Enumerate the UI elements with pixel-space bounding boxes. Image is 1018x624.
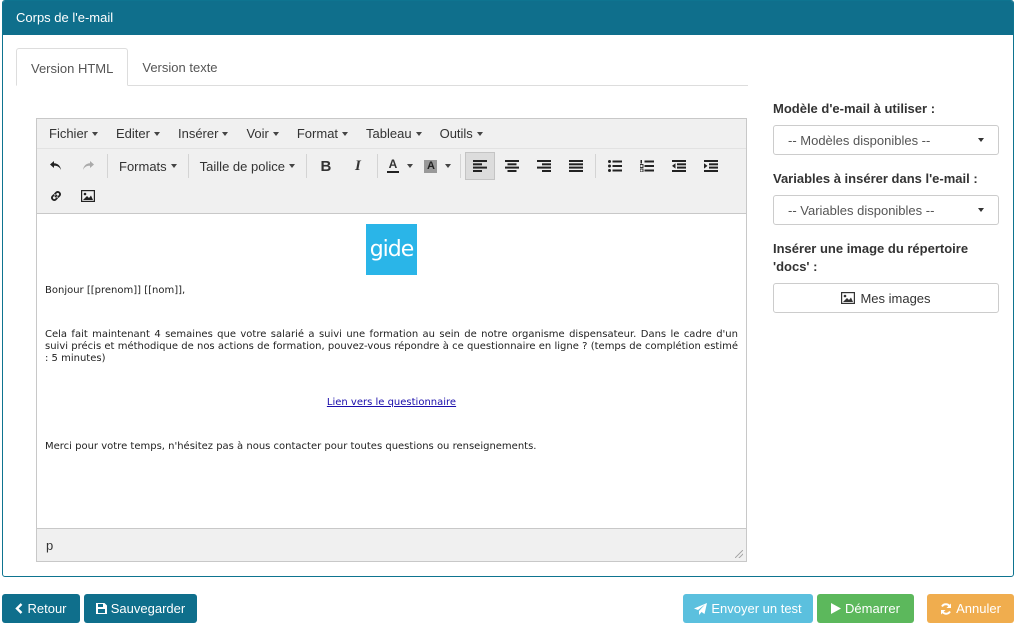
start-button[interactable]: Démarrer	[817, 594, 914, 623]
chevron-left-icon	[15, 603, 23, 614]
undo-icon	[50, 161, 61, 170]
my-images-button[interactable]: Mes images	[773, 283, 999, 313]
align-center-icon	[504, 160, 519, 172]
variables-select[interactable]: -- Variables disponibles --	[773, 195, 999, 225]
chevron-down-icon	[288, 164, 295, 168]
menu-insert[interactable]: Insérer	[169, 126, 237, 141]
refresh-icon	[940, 602, 952, 615]
menu-format[interactable]: Format	[288, 126, 357, 141]
bullet-list-icon	[607, 160, 622, 172]
outdent-icon	[671, 160, 686, 172]
bullet-list-button[interactable]	[600, 152, 630, 180]
bold-button[interactable]: B	[311, 152, 341, 180]
align-justify-button[interactable]	[561, 152, 591, 180]
chevron-down-icon	[222, 131, 229, 136]
italic-button[interactable]: I	[343, 152, 373, 180]
indent-button[interactable]	[696, 152, 726, 180]
insert-image-button[interactable]	[73, 182, 103, 210]
chevron-down-icon	[445, 164, 452, 168]
variables-label: Variables à insérer dans l'e-mail :	[773, 171, 978, 186]
toolbar-divider	[305, 154, 307, 178]
undo-button[interactable]	[41, 152, 71, 180]
play-icon	[831, 603, 842, 614]
menu-edit[interactable]: Editer	[107, 126, 169, 141]
chevron-down-icon	[92, 131, 99, 136]
outdent-button[interactable]	[664, 152, 694, 180]
image-icon	[81, 190, 95, 202]
chevron-down-icon	[978, 138, 984, 142]
editor-menubar: Fichier Editer Insérer Voir Format Table…	[37, 119, 746, 149]
align-left-icon	[472, 160, 487, 172]
chevron-down-icon	[476, 131, 483, 136]
gide-logo: gide	[366, 224, 417, 275]
template-select[interactable]: -- Modèles disponibles --	[773, 125, 999, 155]
chevron-down-icon	[978, 208, 984, 212]
email-body-text: Cela fait maintenant 4 semaines que votr…	[45, 329, 738, 364]
element-path[interactable]: p	[46, 538, 53, 553]
image-icon	[841, 292, 856, 304]
editor-statusbar: p	[37, 528, 746, 561]
image-label: Insérer une image du répertoire 'docs' :	[773, 241, 969, 274]
menu-file[interactable]: Fichier	[40, 126, 107, 141]
chevron-down-icon	[153, 131, 160, 136]
align-left-button[interactable]	[464, 152, 495, 180]
email-link-paragraph: Lien vers le questionnaire	[45, 397, 738, 409]
background-color-icon: A	[424, 159, 438, 173]
panel-title: Corps de l'e-mail	[3, 1, 1013, 35]
formats-dropdown[interactable]: Formats	[111, 152, 185, 180]
align-right-button[interactable]	[529, 152, 559, 180]
tab-html-version[interactable]: Version HTML	[16, 48, 129, 86]
paper-plane-icon	[694, 602, 708, 615]
menu-table[interactable]: Tableau	[357, 126, 431, 141]
chevron-down-icon	[406, 164, 413, 168]
chevron-down-icon	[342, 131, 349, 136]
menu-tools[interactable]: Outils	[431, 126, 492, 141]
menu-view[interactable]: Voir	[237, 126, 287, 141]
email-closing: Merci pour votre temps, n'hésitez pas à …	[45, 441, 537, 452]
redo-icon	[83, 161, 94, 170]
background-color-button[interactable]: A	[420, 152, 456, 180]
rich-text-editor: Fichier Editer Insérer Voir Format Table…	[36, 118, 747, 562]
numbered-list-icon	[639, 160, 654, 172]
align-justify-icon	[568, 160, 583, 172]
editor-tabs: Version HTML Version texte	[16, 48, 748, 86]
template-label: Modèle d'e-mail à utiliser :	[773, 101, 936, 116]
editor-content-area[interactable]: gide Bonjour [[prenom]] [[nom]], Cela fa…	[37, 214, 746, 528]
questionnaire-link[interactable]: Lien vers le questionnaire	[327, 397, 456, 408]
cancel-button[interactable]: Annuler	[927, 594, 1014, 623]
font-size-dropdown[interactable]: Taille de police	[192, 152, 303, 180]
tab-text-version[interactable]: Version texte	[128, 48, 231, 86]
insert-link-button[interactable]	[41, 182, 71, 210]
back-button[interactable]: Retour	[2, 594, 80, 623]
resize-handle-icon[interactable]	[735, 550, 743, 558]
toolbar-divider	[459, 154, 461, 178]
chevron-down-icon	[415, 131, 422, 136]
numbered-list-button[interactable]	[632, 152, 662, 180]
toolbar-divider	[594, 154, 596, 178]
indent-icon	[703, 160, 718, 172]
editor-toolbar: Formats Taille de police B I A A	[37, 149, 746, 214]
sidebar: Modèle d'e-mail à utiliser : -- Modèles …	[773, 100, 999, 313]
email-greeting: Bonjour [[prenom]] [[nom]],	[45, 285, 186, 296]
chevron-down-icon	[272, 131, 279, 136]
toolbar-divider	[187, 154, 189, 178]
align-right-icon	[536, 160, 551, 172]
align-center-button[interactable]	[497, 152, 527, 180]
redo-button[interactable]	[73, 152, 103, 180]
text-color-icon: A	[386, 157, 399, 173]
logo-container: gide	[45, 224, 738, 275]
toolbar-divider	[107, 154, 108, 178]
toolbar-divider	[376, 154, 378, 178]
text-color-button[interactable]: A	[382, 152, 418, 180]
chevron-down-icon	[170, 164, 177, 168]
send-test-button[interactable]: Envoyer un test	[683, 594, 813, 623]
save-button[interactable]: Sauvegarder	[84, 594, 197, 623]
floppy-disk-icon	[95, 603, 107, 614]
link-icon	[51, 191, 61, 201]
